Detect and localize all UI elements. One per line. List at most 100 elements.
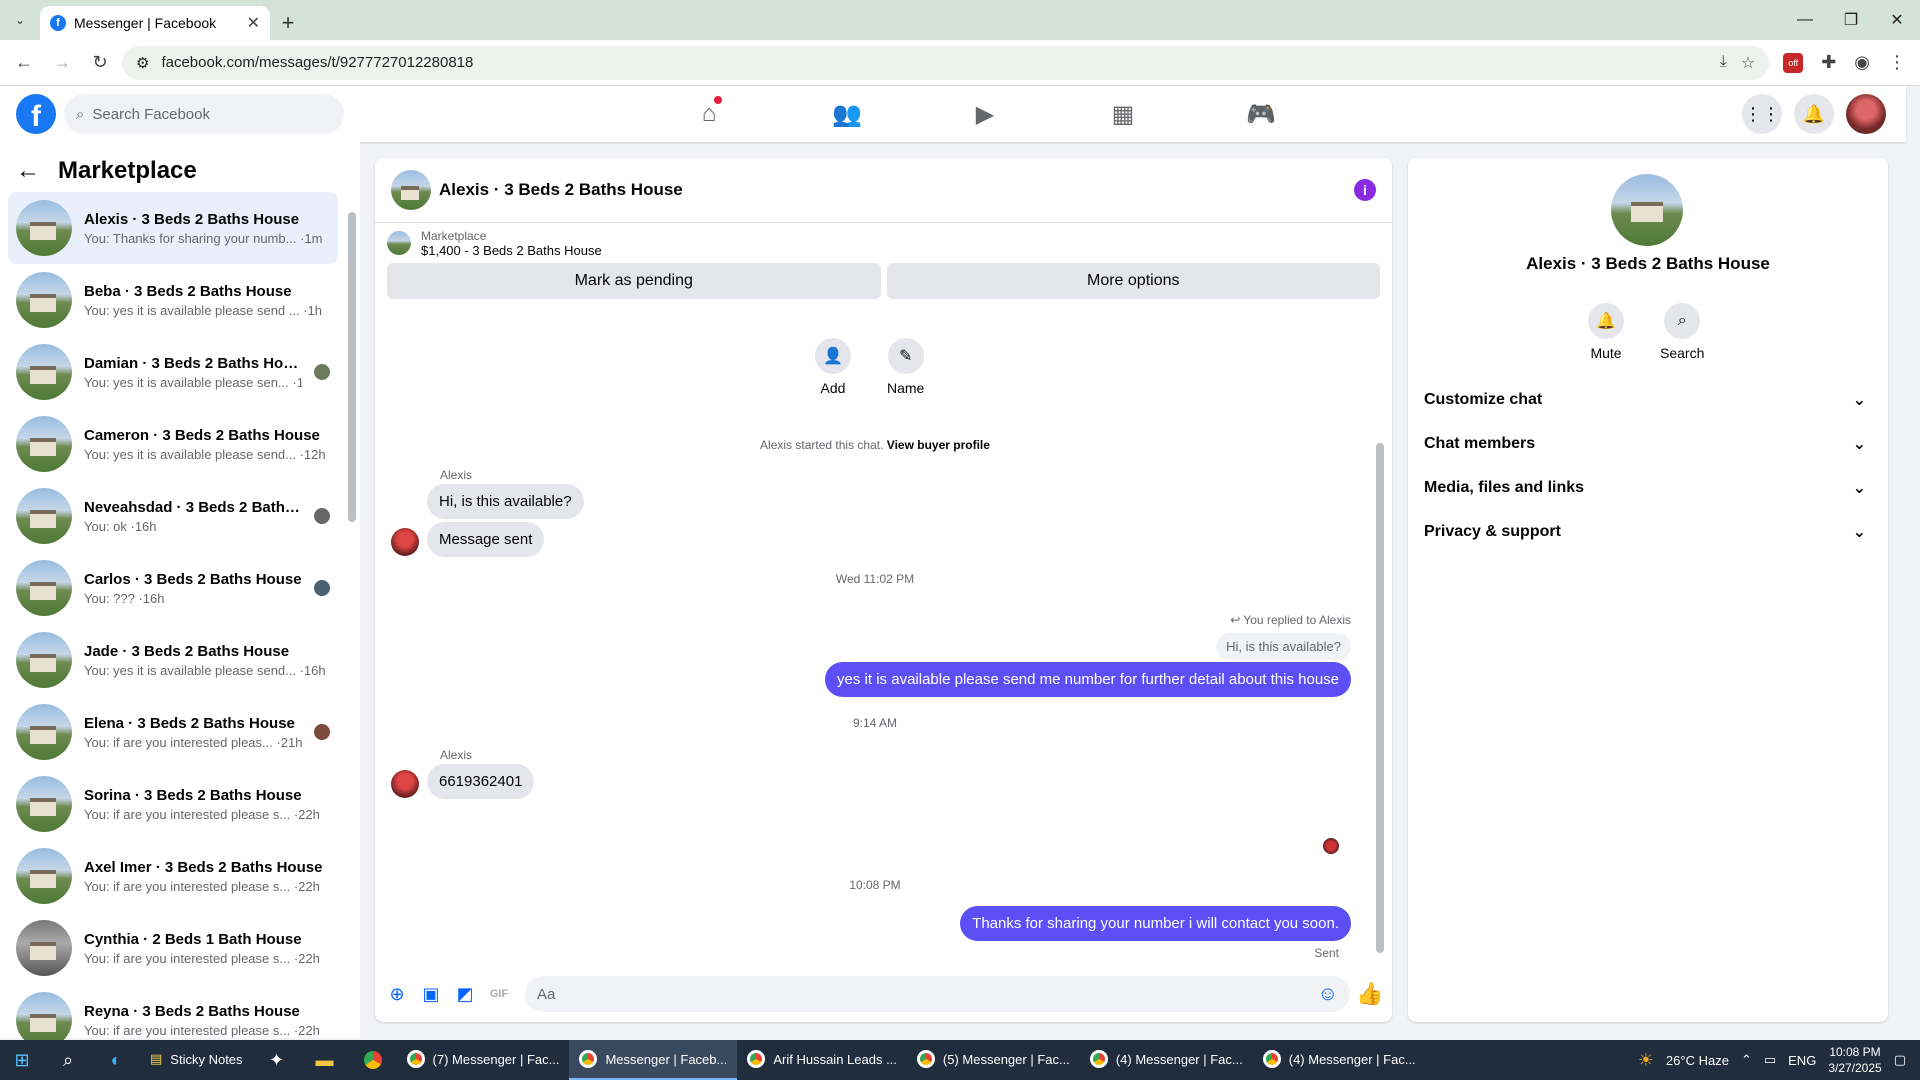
tab-search-dropdown[interactable]: ⌄ [0, 0, 40, 40]
chat-title[interactable]: Alexis · 3 Beds 2 Baths House [439, 180, 1346, 200]
chrome-icon [579, 1050, 598, 1068]
close-window-icon[interactable]: ✕ [1874, 0, 1920, 40]
chat-profile-photo[interactable] [1611, 174, 1683, 246]
emoji-icon[interactable]: ☺ [1318, 983, 1338, 1006]
weather-text[interactable]: 26°C Haze [1666, 1053, 1729, 1068]
media-files-section[interactable]: Media, files and links ⌄ [1424, 466, 1872, 510]
conversation-item[interactable]: Neveahsdad · 3 Beds 2 Baths ... You: ok ·… [8, 480, 338, 552]
reload-icon[interactable]: ↻ [84, 47, 116, 79]
message-bubble-incoming[interactable]: Message sent [427, 522, 545, 557]
add-label: Add [820, 380, 846, 396]
video-icon[interactable]: ▶ [916, 86, 1054, 142]
mute-button[interactable]: 🔔 Mute [1588, 303, 1624, 361]
language-indicator[interactable]: ENG [1788, 1053, 1816, 1068]
conversation-item[interactable]: Sorina · 3 Beds 2 Baths House You: if are… [8, 768, 338, 840]
message-bubble-outgoing[interactable]: Thanks for sharing your number i will co… [960, 906, 1351, 941]
windows-start-icon[interactable]: ⊞ [0, 1040, 44, 1080]
message-input[interactable]: Aa ☺ [525, 976, 1350, 1012]
plus-circle-icon[interactable]: ⊕ [383, 980, 411, 1008]
chevron-up-icon[interactable]: ⌃ [1741, 1052, 1752, 1068]
more-options-button[interactable]: More options [886, 263, 1380, 299]
conversation-item[interactable]: Damian · 3 Beds 2 Baths House You: yes it… [8, 336, 338, 408]
facebook-logo-icon[interactable]: f [16, 94, 56, 134]
taskbar-app[interactable]: ▤ Sticky Notes [140, 1040, 253, 1080]
gif-icon[interactable]: GIF [485, 980, 513, 1008]
like-thumb-icon[interactable]: 👍 [1356, 980, 1384, 1008]
bookmark-star-icon[interactable]: ☆ [1741, 53, 1755, 73]
taskbar-app[interactable]: (4) Messenger | Fac... [1253, 1040, 1426, 1080]
message-bubble-incoming[interactable]: Hi, is this available? [427, 484, 584, 519]
message-bubble-outgoing[interactable]: yes it is available please send me numbe… [825, 662, 1351, 697]
forward-icon[interactable]: → [46, 47, 78, 79]
gaming-icon[interactable]: 🎮 [1192, 86, 1330, 142]
taskbar-app[interactable]: (7) Messenger | Fac... [397, 1040, 570, 1080]
privacy-support-section[interactable]: Privacy & support ⌄ [1424, 510, 1872, 554]
notifications-bell-icon[interactable]: 🔔 [1794, 94, 1834, 134]
sent-status: Sent [1314, 946, 1339, 960]
sender-avatar[interactable] [391, 770, 419, 798]
photo-icon[interactable]: ▣ [417, 980, 445, 1008]
browser-tab-active[interactable]: f Messenger | Facebook ✕ [40, 6, 270, 40]
listing-thumbnail-small [387, 231, 411, 255]
taskbar-app[interactable]: Arif Hussain Leads ... [737, 1040, 907, 1080]
home-icon[interactable]: ⌂ [640, 86, 778, 142]
add-people-button[interactable]: 👤 Add [815, 338, 851, 396]
sticker-icon[interactable]: ◩ [451, 980, 479, 1008]
edge-icon[interactable]: ◐ [92, 1040, 140, 1080]
notifications-icon[interactable]: ▢ [1894, 1052, 1906, 1068]
search-chat-button[interactable]: ⌕ Search [1660, 303, 1704, 361]
taskbar-app[interactable]: (5) Messenger | Fac... [907, 1040, 1080, 1080]
browser-menu-icon[interactable]: ⋮ [1888, 52, 1906, 73]
network-icon[interactable]: ▭ [1764, 1052, 1776, 1068]
name-chat-button[interactable]: ✎ Name [887, 338, 924, 396]
extension-badge-icon[interactable]: off [1783, 52, 1804, 73]
restore-icon[interactable]: ❐ [1828, 0, 1874, 40]
listing-summary[interactable]: Marketplace $1,400 - 3 Beds 2 Baths Hous… [375, 223, 1392, 263]
conversation-item[interactable]: Jade · 3 Beds 2 Baths House You: yes it i… [8, 624, 338, 696]
chat-members-section[interactable]: Chat members ⌄ [1424, 422, 1872, 466]
chat-scrollbar[interactable] [1376, 328, 1384, 958]
profile-icon[interactable]: ◉ [1854, 52, 1870, 73]
back-icon[interactable]: ← [8, 47, 40, 79]
conversation-item[interactable]: Beba · 3 Beds 2 Baths House You: yes it i… [8, 264, 338, 336]
account-avatar[interactable] [1846, 94, 1886, 134]
mark-pending-button[interactable]: Mark as pending [387, 263, 881, 299]
facebook-search-input[interactable]: ⌕ Search Facebook [64, 94, 344, 134]
file-explorer-icon[interactable]: ▬ [301, 1040, 349, 1080]
conversation-item[interactable]: Cameron · 3 Beds 2 Baths House You: yes i… [8, 408, 338, 480]
site-info-icon[interactable]: ⚙ [136, 54, 149, 72]
extensions-puzzle-icon[interactable]: ✚ [1821, 52, 1836, 73]
scrollbar-thumb[interactable] [348, 212, 356, 522]
conversation-item[interactable]: Alexis · 3 Beds 2 Baths House You: Thanks… [8, 192, 338, 264]
taskbar-app-active[interactable]: Messenger | Faceb... [569, 1040, 738, 1080]
marketplace-icon[interactable]: ▦ [1054, 86, 1192, 142]
close-tab-icon[interactable]: ✕ [247, 13, 260, 33]
info-icon[interactable]: i [1354, 179, 1376, 201]
chat-details-panel: Alexis · 3 Beds 2 Baths House 🔔 Mute ⌕ Sea… [1408, 158, 1888, 1022]
menu-grid-icon[interactable]: ⋮⋮ [1742, 94, 1782, 134]
url-text[interactable]: facebook.com/messages/t/9277727012280818 [161, 54, 473, 71]
chat-thumbnail[interactable] [391, 170, 431, 210]
new-tab-button[interactable]: + [270, 6, 306, 40]
reply-quote[interactable]: Hi, is this available? [1216, 633, 1351, 660]
sidebar-scrollbar[interactable] [348, 192, 356, 1032]
conversation-item[interactable]: Carlos · 3 Beds 2 Baths House You: ??? ·1… [8, 552, 338, 624]
clock[interactable]: 10:08 PM 3/27/2025 [1828, 1044, 1881, 1076]
conversation-item[interactable]: Elena · 3 Beds 2 Baths House You: if are … [8, 696, 338, 768]
search-icon[interactable]: ⌕ [44, 1040, 92, 1080]
taskbar-app[interactable]: (4) Messenger | Fac... [1080, 1040, 1253, 1080]
chrome-icon[interactable] [349, 1040, 397, 1080]
address-bar[interactable]: ⚙ facebook.com/messages/t/92777270122808… [122, 45, 1770, 80]
customize-chat-section[interactable]: Customize chat ⌄ [1424, 378, 1872, 422]
app-icon[interactable]: ✦ [253, 1040, 301, 1080]
message-bubble-incoming[interactable]: 6619362401 [427, 764, 535, 799]
back-arrow-icon[interactable]: ← [16, 157, 40, 185]
conversation-item[interactable]: Cynthia · 2 Beds 1 Bath House You: if are… [8, 912, 338, 984]
install-app-icon[interactable]: ⤓ [1720, 53, 1727, 73]
scrollbar-thumb[interactable] [1376, 443, 1384, 953]
friends-icon[interactable]: 👥 [778, 86, 916, 142]
minimize-icon[interactable]: — [1782, 0, 1828, 40]
sender-avatar[interactable] [391, 528, 419, 556]
conversation-item[interactable]: Axel Imer · 3 Beds 2 Baths House You: if … [8, 840, 338, 912]
view-buyer-profile-link[interactable]: View buyer profile [887, 438, 990, 452]
